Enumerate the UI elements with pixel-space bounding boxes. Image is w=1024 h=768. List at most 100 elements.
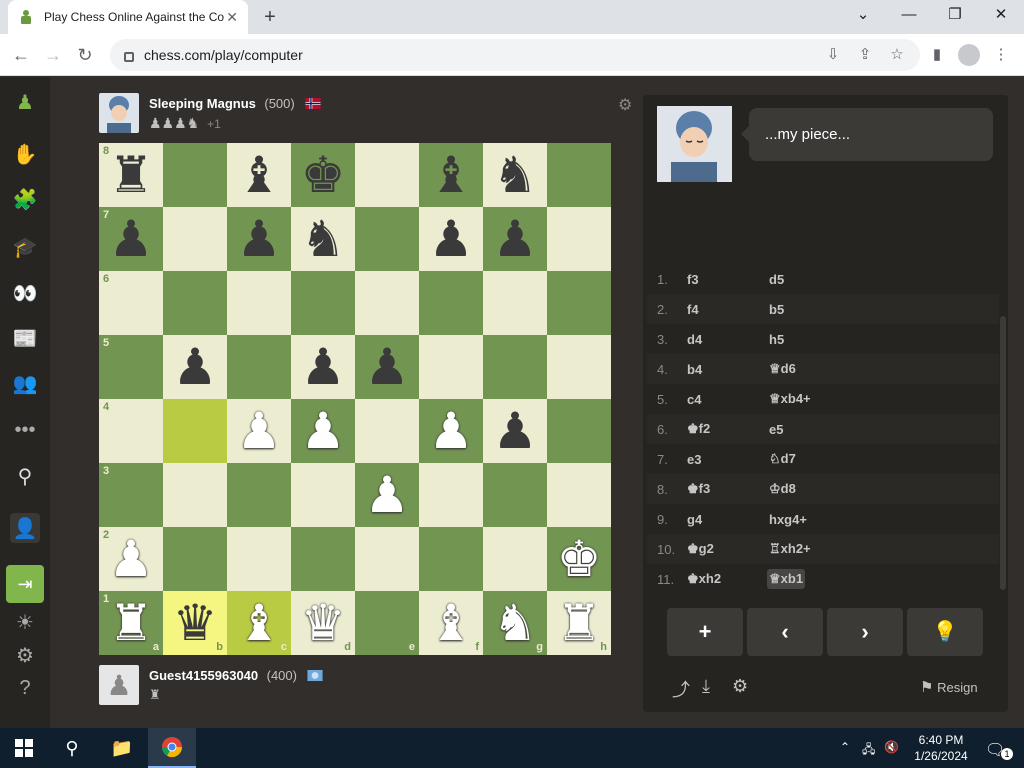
learn-icon[interactable]: 🎓 bbox=[10, 232, 40, 262]
settings-icon[interactable]: ⚙ bbox=[10, 640, 40, 670]
square-a2[interactable]: 2 ♟ bbox=[99, 527, 163, 591]
square-g5[interactable] bbox=[483, 335, 547, 399]
square-g1[interactable]: g ♞ bbox=[483, 591, 547, 655]
black-pawn[interactable]: ♟ bbox=[365, 342, 410, 392]
square-f4[interactable]: ♟ bbox=[419, 399, 483, 463]
black-knight[interactable]: ♞ bbox=[493, 150, 538, 200]
profile-avatar[interactable] bbox=[958, 44, 980, 66]
black-pawn[interactable]: ♟ bbox=[429, 214, 474, 264]
square-h8[interactable] bbox=[547, 143, 611, 207]
previous-move-button[interactable]: ‹ bbox=[747, 608, 823, 656]
square-c4[interactable]: ♟ bbox=[227, 399, 291, 463]
white-move[interactable]: e3 bbox=[687, 452, 767, 467]
social-icon[interactable]: 👥 bbox=[10, 368, 40, 398]
white-queen[interactable]: ♛ bbox=[301, 598, 346, 648]
square-b3[interactable] bbox=[163, 463, 227, 527]
black-knight[interactable]: ♞ bbox=[301, 214, 346, 264]
white-move[interactable]: ♚g2 bbox=[687, 541, 767, 557]
restore-button[interactable]: ❐ bbox=[932, 0, 978, 34]
black-move[interactable]: d5 bbox=[767, 270, 786, 289]
white-pawn[interactable]: ♟ bbox=[301, 406, 346, 456]
black-pawn[interactable]: ♟ bbox=[109, 214, 154, 264]
tab-search-button[interactable]: ⌄ bbox=[840, 0, 886, 34]
more-icon[interactable]: ••• bbox=[10, 415, 40, 445]
install-app-icon[interactable]: ⇩ bbox=[820, 42, 846, 68]
white-move[interactable]: g4 bbox=[687, 512, 767, 527]
square-e7[interactable] bbox=[355, 207, 419, 271]
square-a8[interactable]: 8 ♜ bbox=[99, 143, 163, 207]
square-d8[interactable]: ♚ bbox=[291, 143, 355, 207]
square-c2[interactable] bbox=[227, 527, 291, 591]
square-c3[interactable] bbox=[227, 463, 291, 527]
chess-logo-icon[interactable]: ♟ bbox=[10, 87, 40, 117]
square-c7[interactable]: ♟ bbox=[227, 207, 291, 271]
show-hidden-icons[interactable]: ⌃ bbox=[840, 740, 850, 754]
black-pawn[interactable]: ♟ bbox=[493, 406, 538, 456]
move-list-scrollbar[interactable] bbox=[1000, 316, 1006, 590]
square-e6[interactable] bbox=[355, 271, 419, 335]
square-e4[interactable] bbox=[355, 399, 419, 463]
black-move[interactable]: ♕xb4+ bbox=[767, 389, 813, 409]
file-explorer-icon[interactable]: 📁 bbox=[98, 728, 146, 768]
board-settings-gear-icon[interactable]: ⚙ bbox=[618, 95, 632, 115]
white-move[interactable]: ♚f3 bbox=[687, 481, 767, 497]
square-g4[interactable]: ♟ bbox=[483, 399, 547, 463]
square-g2[interactable] bbox=[483, 527, 547, 591]
black-move[interactable]: ♕d6 bbox=[767, 359, 798, 379]
browser-tab[interactable]: Play Chess Online Against the Co ✕ bbox=[8, 0, 248, 34]
square-d1[interactable]: d ♛ bbox=[291, 591, 355, 655]
side-panel-icon[interactable]: ▮ bbox=[924, 42, 950, 68]
square-c1[interactable]: c ♝ bbox=[227, 591, 291, 655]
square-d6[interactable] bbox=[291, 271, 355, 335]
sign-up-icon[interactable]: 👤 bbox=[10, 513, 40, 543]
settings-gear-icon[interactable]: ⚙ bbox=[732, 676, 748, 697]
square-d2[interactable] bbox=[291, 527, 355, 591]
square-a4[interactable]: 4 bbox=[99, 399, 163, 463]
square-a5[interactable]: 5 bbox=[99, 335, 163, 399]
square-h2[interactable]: ♚ bbox=[547, 527, 611, 591]
white-king[interactable]: ♚ bbox=[557, 534, 602, 584]
minimize-button[interactable]: — bbox=[886, 0, 932, 34]
square-f3[interactable] bbox=[419, 463, 483, 527]
next-move-button[interactable]: › bbox=[827, 608, 903, 656]
square-d4[interactable]: ♟ bbox=[291, 399, 355, 463]
square-a3[interactable]: 3 bbox=[99, 463, 163, 527]
black-move[interactable]: ♕xb1 bbox=[767, 569, 806, 589]
square-a1[interactable]: 1 a ♜ bbox=[99, 591, 163, 655]
white-move[interactable]: c4 bbox=[687, 392, 767, 407]
white-bishop[interactable]: ♝ bbox=[429, 598, 474, 648]
white-move[interactable]: ♚f2 bbox=[687, 421, 767, 437]
search-icon[interactable]: ⚲ bbox=[10, 461, 40, 491]
square-h4[interactable] bbox=[547, 399, 611, 463]
square-f7[interactable]: ♟ bbox=[419, 207, 483, 271]
white-rook[interactable]: ♜ bbox=[557, 598, 602, 648]
address-bar[interactable]: chess.com/play/computer bbox=[110, 39, 920, 71]
white-pawn[interactable]: ♟ bbox=[109, 534, 154, 584]
square-e2[interactable] bbox=[355, 527, 419, 591]
square-d7[interactable]: ♞ bbox=[291, 207, 355, 271]
black-pawn[interactable]: ♟ bbox=[493, 214, 538, 264]
black-bishop[interactable]: ♝ bbox=[429, 150, 474, 200]
white-pawn[interactable]: ♟ bbox=[429, 406, 474, 456]
white-move[interactable]: ♚xh2 bbox=[687, 571, 767, 587]
back-arrow-icon[interactable]: ← bbox=[8, 42, 34, 68]
share-icon[interactable]: ⤴ bbox=[672, 676, 690, 702]
new-game-button[interactable]: + bbox=[667, 608, 743, 656]
square-c5[interactable] bbox=[227, 335, 291, 399]
black-pawn[interactable]: ♟ bbox=[173, 342, 218, 392]
square-a7[interactable]: 7 ♟ bbox=[99, 207, 163, 271]
news-icon[interactable]: 📰 bbox=[10, 323, 40, 353]
white-bishop[interactable]: ♝ bbox=[237, 598, 282, 648]
square-b4[interactable] bbox=[163, 399, 227, 463]
square-d3[interactable] bbox=[291, 463, 355, 527]
black-king[interactable]: ♚ bbox=[301, 150, 346, 200]
bookmark-star-icon[interactable]: ☆ bbox=[884, 42, 910, 68]
puzzles-icon[interactable]: 🧩 bbox=[10, 184, 40, 214]
white-knight[interactable]: ♞ bbox=[493, 598, 538, 648]
opponent-avatar[interactable] bbox=[99, 93, 139, 133]
square-a6[interactable]: 6 bbox=[99, 271, 163, 335]
watch-icon[interactable]: 👀 bbox=[10, 278, 40, 308]
opponent-name[interactable]: Sleeping Magnus bbox=[149, 96, 256, 111]
white-rook[interactable]: ♜ bbox=[109, 598, 154, 648]
square-b5[interactable]: ♟ bbox=[163, 335, 227, 399]
